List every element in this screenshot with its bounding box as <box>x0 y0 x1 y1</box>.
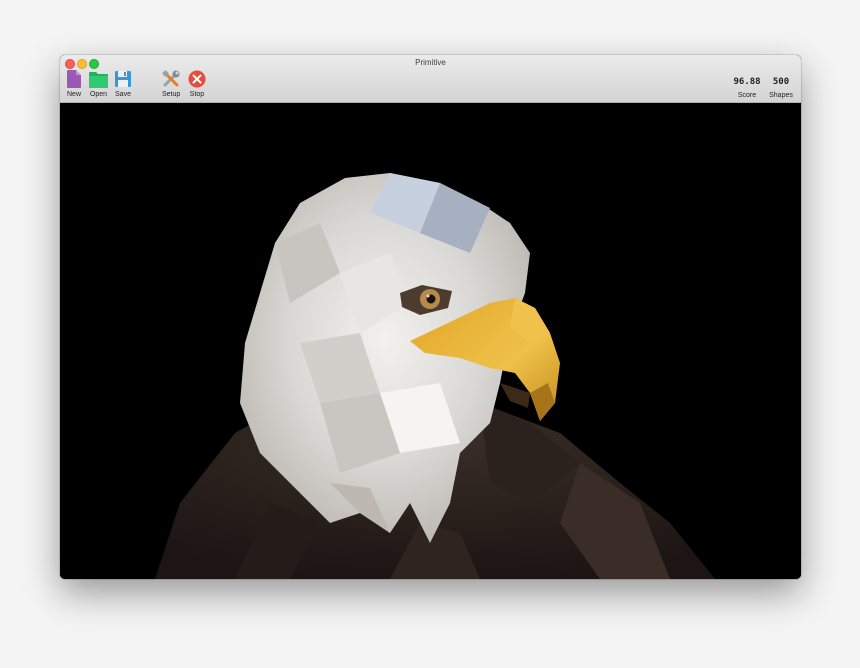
floppy-disk-icon <box>115 71 131 87</box>
document-icon <box>67 70 81 88</box>
shapes-value: 500 <box>772 77 790 87</box>
shapes-stat: 500 Shapes <box>766 77 796 99</box>
score-value: 96.88 <box>733 77 761 87</box>
stop-icon <box>188 70 206 88</box>
setup-label: Setup <box>162 91 181 98</box>
folder-icon <box>89 72 108 88</box>
setup-button[interactable]: Setup <box>162 70 180 98</box>
eagle-image <box>60 103 801 579</box>
titlebar: Primitive New Open Save Setup Stop 96.88… <box>60 55 801 103</box>
save-label: Save <box>115 91 131 98</box>
app-window: Primitive New Open Save Setup Stop 96.88… <box>60 55 801 579</box>
open-label: Open <box>89 91 108 98</box>
stop-label: Stop <box>189 91 205 98</box>
shapes-label: Shapes <box>769 92 793 99</box>
window-title: Primitive <box>415 58 446 67</box>
open-button[interactable]: Open <box>89 70 108 98</box>
primitive-canvas[interactable] <box>60 103 801 579</box>
score-label: Score <box>737 92 757 99</box>
score-stat: 96.88 Score <box>732 77 762 99</box>
stop-button[interactable]: Stop <box>188 70 206 98</box>
new-button[interactable]: New <box>67 70 81 98</box>
new-label: New <box>67 91 82 98</box>
save-button[interactable]: Save <box>115 70 131 98</box>
tools-icon <box>162 70 180 87</box>
